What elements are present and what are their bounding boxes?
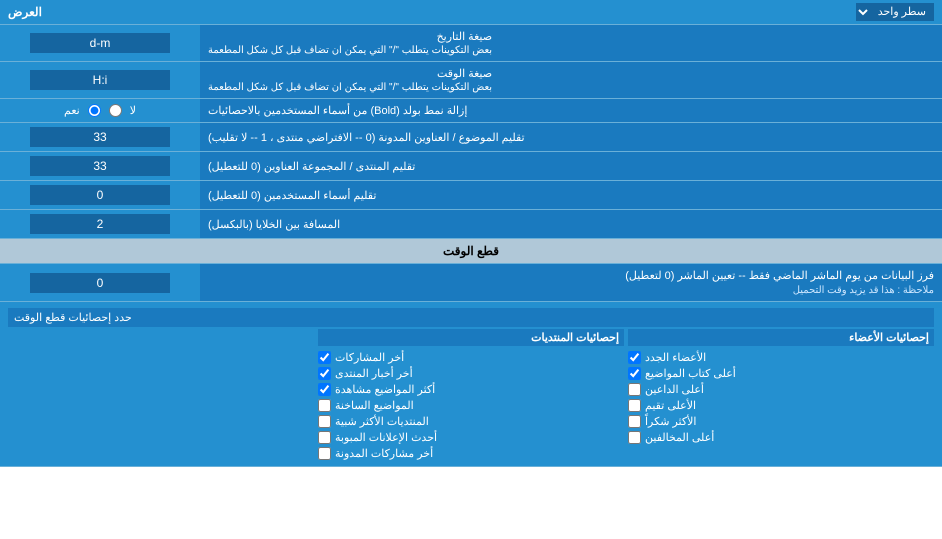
checkbox-last-blog-posts-input[interactable] bbox=[318, 447, 331, 460]
forum-limit-row: تقليم المنتدى / المجموعة العناوين (0 للت… bbox=[0, 152, 942, 181]
subject-limit-input-cell bbox=[0, 123, 200, 151]
checkbox-hot-topics-input[interactable] bbox=[318, 399, 331, 412]
checkbox-last-blog-posts: أخر مشاركات المدونة bbox=[318, 447, 624, 460]
checkbox-top-writers-input[interactable] bbox=[628, 367, 641, 380]
checkbox-top-violations: أعلى المخالفين bbox=[628, 431, 934, 444]
date-format-row: صيغة التاريخ بعض التكوينات يتطلب "/" الت… bbox=[0, 25, 942, 62]
checkbox-most-thanks: الأكثر شكراً bbox=[628, 415, 934, 428]
checkbox-top-writers: أعلى كتاب المواضيع bbox=[628, 367, 934, 380]
stats-title-spacer bbox=[8, 329, 314, 460]
users-limit-label: تقليم أسماء المستخدمين (0 للتعطيل) bbox=[200, 181, 942, 209]
forum-limit-input-cell bbox=[0, 152, 200, 180]
users-limit-input[interactable] bbox=[30, 185, 170, 205]
members-stats-col: إحصائيات الأعضاء الأعضاء الجدد أعلى كتاب… bbox=[628, 329, 934, 460]
date-format-input[interactable] bbox=[30, 33, 170, 53]
space-between-row: المسافة بين الخلايا (بالبكسل) bbox=[0, 210, 942, 239]
view-select[interactable]: سطر واحدسطرينثلاثة أسطر bbox=[856, 3, 934, 21]
checkbox-latest-classified: أحدث الإعلانات المبوبة bbox=[318, 431, 624, 444]
space-between-input-cell bbox=[0, 210, 200, 238]
bold-remove-label: إزالة نمط بولد (Bold) من أسماء المستخدمي… bbox=[200, 99, 942, 122]
checkbox-latest-classified-input[interactable] bbox=[318, 431, 331, 444]
checkbox-top-callers: أعلى الداعين bbox=[628, 383, 934, 396]
checkbox-most-viewed-input[interactable] bbox=[318, 383, 331, 396]
forums-stats-title: إحصائيات المنتديات bbox=[318, 329, 624, 346]
checkbox-last-posts: أخر المشاركات bbox=[318, 351, 624, 364]
checkbox-new-members: الأعضاء الجدد bbox=[628, 351, 934, 364]
bold-remove-row: إزالة نمط بولد (Bold) من أسماء المستخدمي… bbox=[0, 99, 942, 123]
subject-limit-input[interactable] bbox=[30, 127, 170, 147]
time-format-label: صيغة الوقت بعض التكوينات يتطلب "/" التي … bbox=[200, 62, 942, 98]
cutoff-section-header: قطع الوقت bbox=[0, 239, 942, 264]
bold-no-radio[interactable] bbox=[109, 104, 122, 117]
cutoff-input-cell bbox=[0, 264, 200, 301]
users-limit-row: تقليم أسماء المستخدمين (0 للتعطيل) bbox=[0, 181, 942, 210]
time-format-input-cell bbox=[0, 62, 200, 98]
checkbox-new-members-input[interactable] bbox=[628, 351, 641, 364]
time-format-input[interactable] bbox=[30, 70, 170, 90]
checkbox-top-rated-input[interactable] bbox=[628, 399, 641, 412]
date-format-input-cell bbox=[0, 25, 200, 61]
checkbox-last-news-input[interactable] bbox=[318, 367, 331, 380]
checkbox-most-thanks-input[interactable] bbox=[628, 415, 641, 428]
subject-limit-label: تقليم الموضوع / العناوين المدونة (0 -- ا… bbox=[200, 123, 942, 151]
date-format-label: صيغة التاريخ بعض التكوينات يتطلب "/" الت… bbox=[200, 25, 942, 61]
space-between-label: المسافة بين الخلايا (بالبكسل) bbox=[200, 210, 942, 238]
time-format-row: صيغة الوقت بعض التكوينات يتطلب "/" التي … bbox=[0, 62, 942, 99]
subject-limit-row: تقليم الموضوع / العناوين المدونة (0 -- ا… bbox=[0, 123, 942, 152]
bold-yes-radio[interactable] bbox=[88, 104, 101, 117]
checkbox-most-viewed: أكثر المواضيع مشاهدة bbox=[318, 383, 624, 396]
cutoff-input[interactable] bbox=[30, 273, 170, 293]
checkbox-most-similar: المنتديات الأكثر شبية bbox=[318, 415, 624, 428]
forums-stats-col: إحصائيات المنتديات أخر المشاركات أخر أخب… bbox=[318, 329, 624, 460]
view-label: العرض bbox=[8, 5, 42, 19]
forum-limit-input[interactable] bbox=[30, 156, 170, 176]
users-limit-input-cell bbox=[0, 181, 200, 209]
stats-title: حدد إحصائيات قطع الوقت bbox=[14, 311, 132, 324]
top-header: سطر واحدسطرينثلاثة أسطر العرض bbox=[0, 0, 942, 25]
checkbox-top-callers-input[interactable] bbox=[628, 383, 641, 396]
members-stats-title: إحصائيات الأعضاء bbox=[628, 329, 934, 346]
space-between-input[interactable] bbox=[30, 214, 170, 234]
cutoff-row: فرز البيانات من يوم الماشر الماضي فقط --… bbox=[0, 264, 942, 302]
cutoff-label: فرز البيانات من يوم الماشر الماضي فقط --… bbox=[200, 264, 942, 301]
checkbox-hot-topics: المواضيع الساخنة bbox=[318, 399, 624, 412]
checkbox-last-posts-input[interactable] bbox=[318, 351, 331, 364]
checkbox-last-news: أخر أخبار المنتدى bbox=[318, 367, 624, 380]
checkboxes-section: حدد إحصائيات قطع الوقت إحصائيات الأعضاء … bbox=[0, 302, 942, 467]
bold-remove-radio-cell: لا نعم bbox=[0, 99, 200, 122]
forum-limit-label: تقليم المنتدى / المجموعة العناوين (0 للت… bbox=[200, 152, 942, 180]
checkbox-most-similar-input[interactable] bbox=[318, 415, 331, 428]
checkbox-top-rated: الأعلى تقيم bbox=[628, 399, 934, 412]
checkbox-top-violations-input[interactable] bbox=[628, 431, 641, 444]
